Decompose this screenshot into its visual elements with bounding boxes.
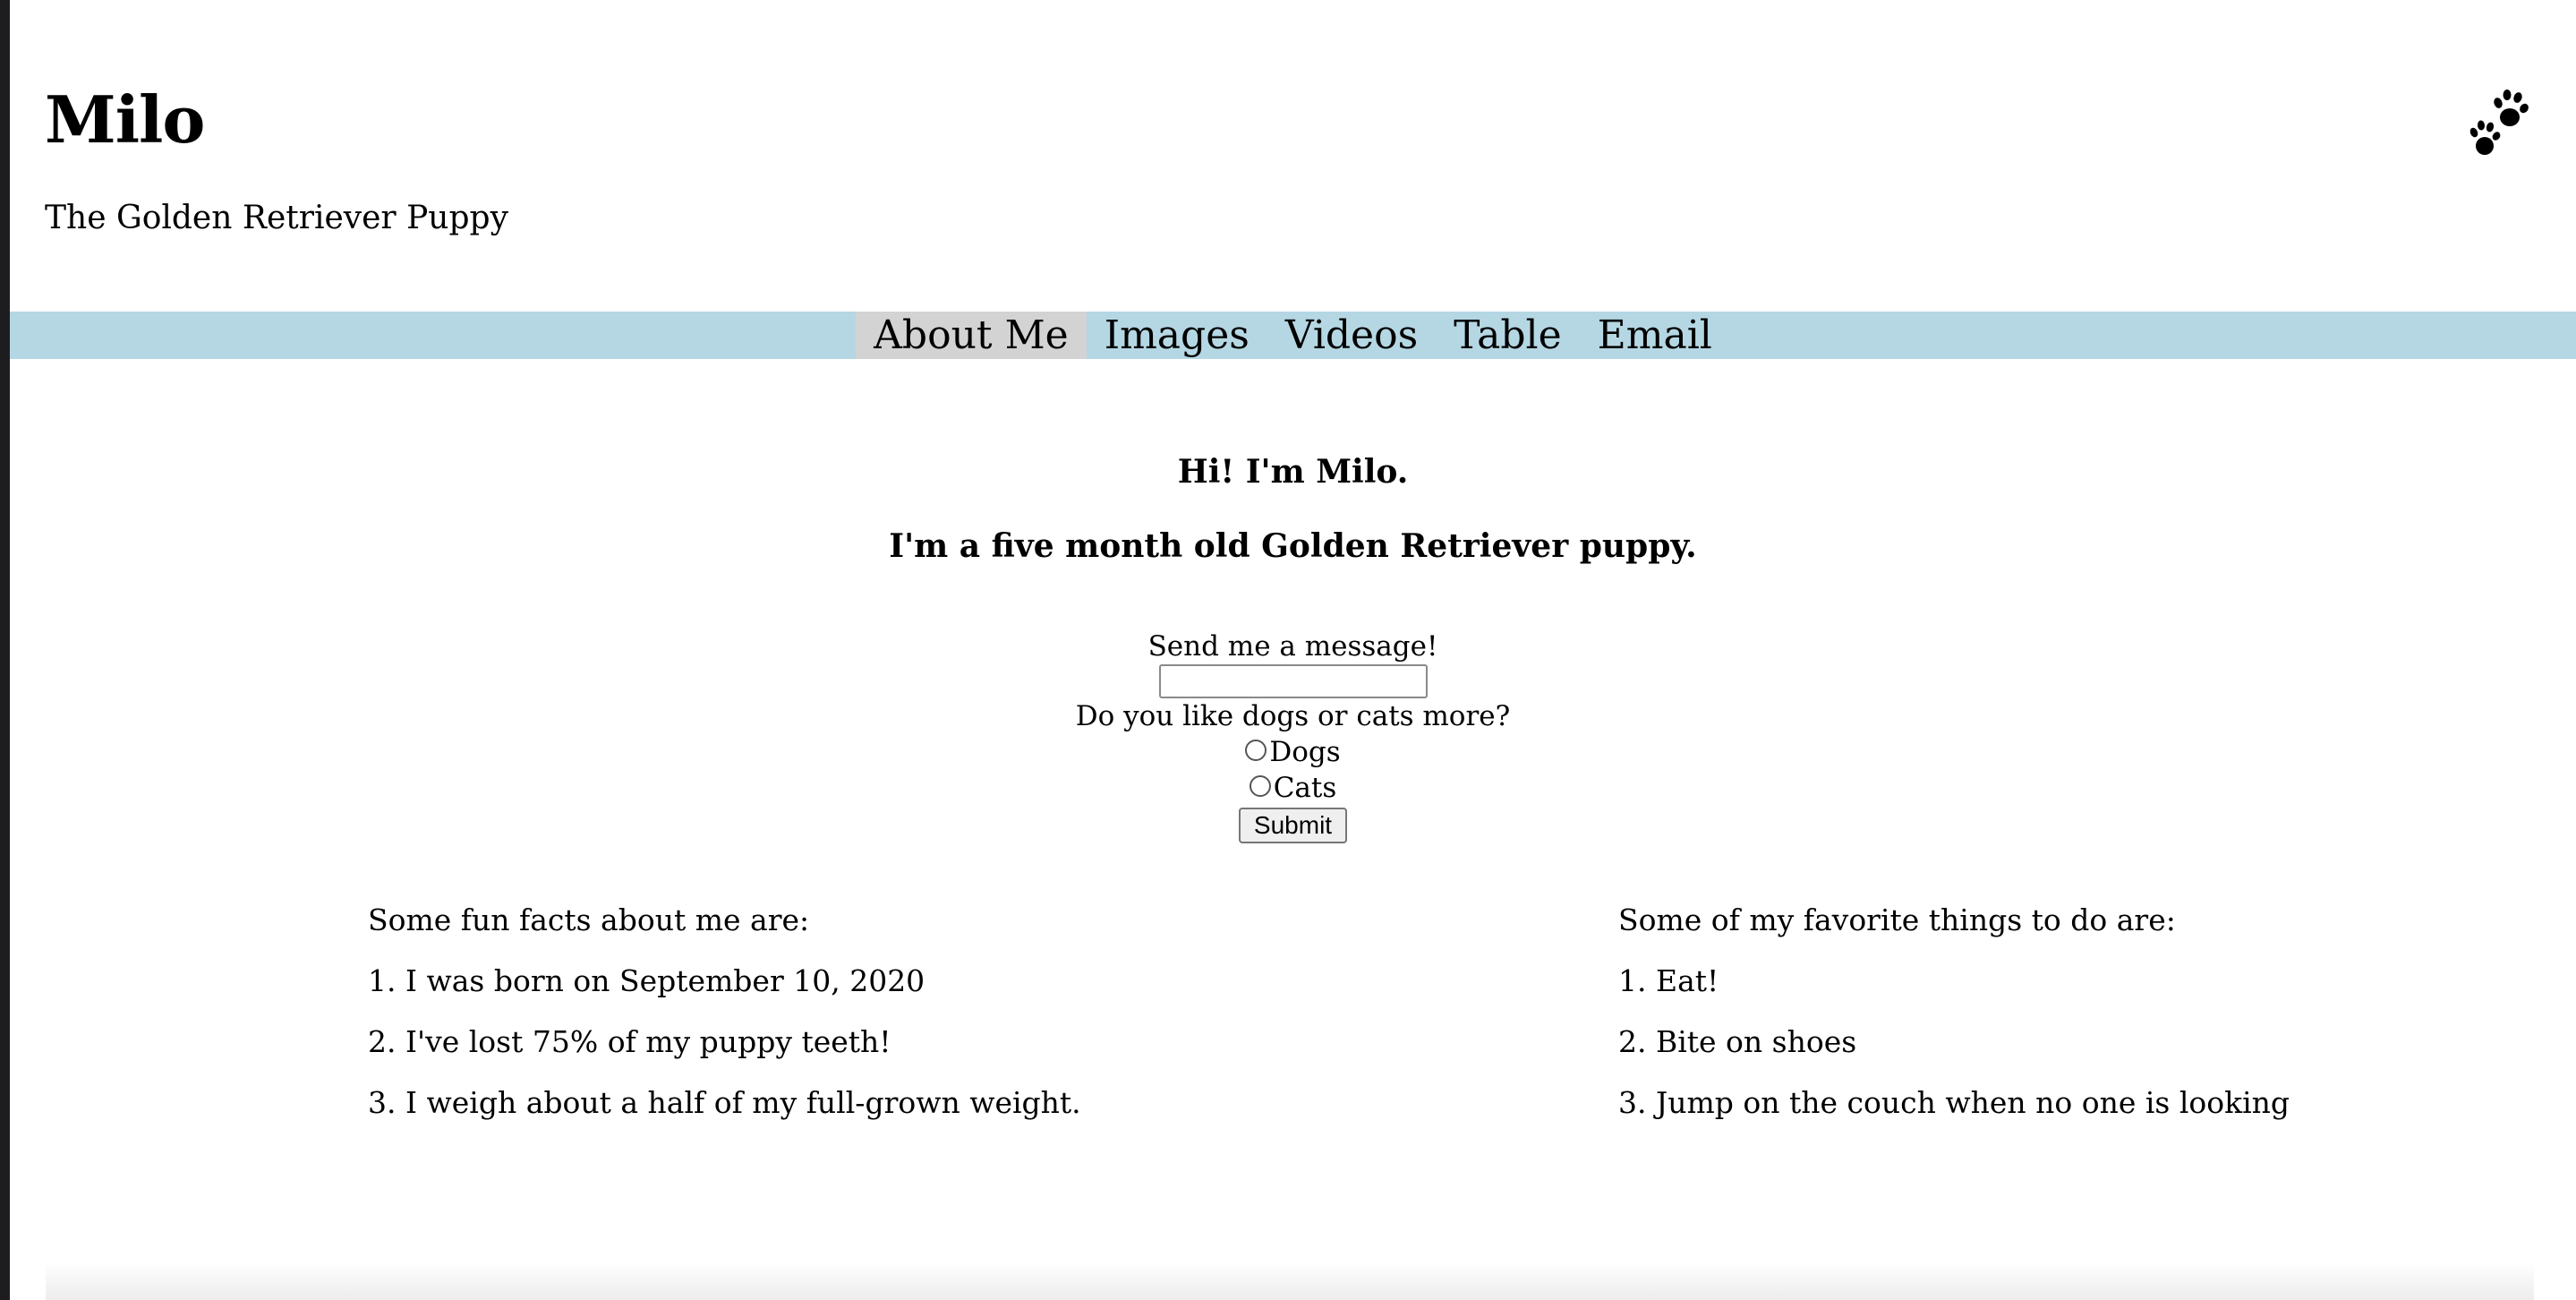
list-item: 2. I've lost 75% of my puppy teeth!	[368, 1024, 891, 1059]
dogs-label: Dogs	[1269, 736, 1341, 768]
main-nav: About Me Images Videos Table Email	[10, 312, 2576, 359]
window-shadow	[46, 1262, 2534, 1300]
option-dogs[interactable]: Dogs	[10, 734, 2576, 770]
favorites-heading: Some of my favorite things to do are:	[1618, 902, 2176, 937]
cats-label: Cats	[1273, 772, 1337, 804]
list-item: 2. Bite on shoes	[1618, 1024, 1857, 1059]
message-input[interactable]	[1158, 664, 1428, 698]
message-label: Send me a message!	[1147, 630, 1438, 663]
list-item: 3. I weigh about a half of my full-grown…	[368, 1085, 1081, 1120]
nav-table[interactable]: Table	[1436, 312, 1579, 359]
list-item: 3. Jump on the couch when no one is look…	[1618, 1085, 2290, 1120]
dogs-radio[interactable]	[1245, 740, 1267, 761]
fun-facts-heading: Some fun facts about me are:	[368, 902, 810, 937]
favorites-column: Some of my favorite things to do are: 1.…	[1618, 901, 2290, 1144]
nav-email[interactable]: Email	[1580, 312, 1730, 359]
paw-prints-icon	[2469, 90, 2529, 155]
page: Milo The Golden Retriever Puppy About Me…	[10, 0, 2576, 1300]
nav-images[interactable]: Images	[1087, 312, 1267, 359]
window-edge	[0, 0, 10, 1300]
pet-question: Do you like dogs or cats more?	[1075, 700, 1511, 732]
list-item: 1. Eat!	[1618, 963, 1719, 998]
site-subtitle: The Golden Retriever Puppy	[45, 200, 508, 236]
option-cats[interactable]: Cats	[10, 770, 2576, 806]
greeting-heading: Hi! I'm Milo.	[1177, 453, 1409, 491]
message-form: Send me a message! Do you like dogs or c…	[10, 629, 2576, 843]
list-item: 1. I was born on September 10, 2020	[368, 963, 925, 998]
nav-videos[interactable]: Videos	[1267, 312, 1436, 359]
nav-about-me[interactable]: About Me	[856, 312, 1087, 359]
fun-facts-column: Some fun facts about me are: 1. I was bo…	[368, 901, 1081, 1144]
cats-radio[interactable]	[1249, 775, 1271, 797]
description-heading: I'm a five month old Golden Retriever pu…	[889, 527, 1697, 565]
submit-button[interactable]: Submit	[1238, 808, 1348, 843]
site-title: Milo	[45, 81, 205, 158]
